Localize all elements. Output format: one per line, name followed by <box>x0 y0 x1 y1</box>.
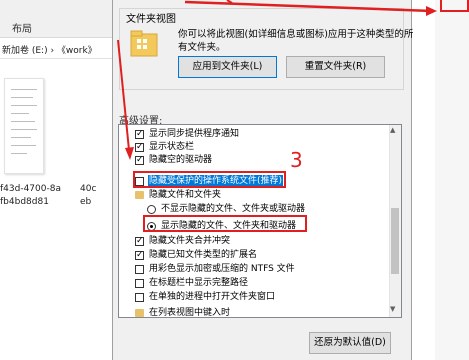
setting-group-typing-list-view: 在列表视图中键入时 <box>119 307 389 318</box>
setting-sync-notifications[interactable]: 显示同步提供程序通知 <box>119 128 389 141</box>
thumb-line <box>11 113 29 114</box>
thumb-line <box>11 129 37 130</box>
setting-label: 在单独的进程中打开文件夹窗口 <box>149 292 276 302</box>
thumb-line <box>11 121 35 122</box>
setting-color-ntfs[interactable]: 用彩色显示加密或压缩的 NTFS 文件 <box>119 263 389 276</box>
setting-hide-extensions[interactable]: 隐藏已知文件类型的扩展名 <box>119 249 389 262</box>
folder-icon <box>130 30 158 57</box>
folder-icon <box>135 309 144 317</box>
setting-label: 隐藏文件和文件夹 <box>149 190 222 200</box>
checkbox[interactable] <box>135 154 144 167</box>
folder-views-title: 文件夹视图 <box>124 10 178 25</box>
apply-to-folders-button[interactable]: 应用到文件夹(L) <box>178 56 277 78</box>
setting-label: 在标题栏中显示完整路径 <box>149 278 249 288</box>
setting-label: 显示状态栏 <box>149 142 195 152</box>
setting-label: 隐藏文件夹合并冲突 <box>149 236 231 246</box>
highlight-box-show-hidden <box>143 215 307 232</box>
file-name[interactable]: fb4bd8d81 <box>0 197 49 207</box>
checkbox[interactable] <box>135 279 144 288</box>
checkbox[interactable] <box>135 265 144 274</box>
file-name[interactable]: 40c <box>80 184 96 194</box>
thumb-line <box>11 137 31 138</box>
highlight-box-protected-files <box>133 171 286 188</box>
setting-full-path-title[interactable]: 在标题栏中显示完整路径 <box>119 277 389 290</box>
thumb-line <box>11 105 37 106</box>
file-name[interactable]: f43d-4700-8a <box>0 184 61 194</box>
reset-folders-button[interactable]: 重置文件夹(R) <box>286 56 385 78</box>
step-number-label: 3 <box>290 148 303 172</box>
checkbox[interactable] <box>135 293 144 302</box>
checkbox[interactable] <box>135 235 144 248</box>
thumb-line <box>11 89 37 90</box>
thumb-line <box>11 145 36 146</box>
background-window-edge <box>435 0 469 360</box>
radio-button[interactable] <box>147 205 156 214</box>
annotation-box <box>440 0 469 12</box>
thumb-line <box>11 153 27 154</box>
setting-label: 显示同步提供程序通知 <box>149 129 240 139</box>
file-name[interactable]: eb <box>80 197 91 207</box>
folder-views-description: 你可以将此视图(如详细信息或图标)应用于这种类型的所 <box>178 29 414 40</box>
scrollbar-thumb[interactable] <box>391 208 399 274</box>
setting-label: 隐藏已知文件类型的扩展名 <box>149 250 258 260</box>
checkbox[interactable] <box>135 249 144 262</box>
setting-hide-empty-drives[interactable]: 隐藏空的驱动器 <box>119 154 389 167</box>
restore-defaults-button[interactable]: 还原为默认值(D) <box>309 332 391 354</box>
setting-label: 隐藏空的驱动器 <box>149 155 213 165</box>
setting-group-hidden-files: 隐藏文件和文件夹 <box>119 189 389 202</box>
setting-hide-merge-conflicts[interactable]: 隐藏文件夹合并冲突 <box>119 235 389 248</box>
breadcrumb[interactable]: 新加卷 (E:) › 《work》 <box>2 43 97 56</box>
setting-label: 用彩色显示加密或压缩的 NTFS 文件 <box>149 264 295 274</box>
setting-status-bar[interactable]: 显示状态栏 <box>119 141 389 154</box>
folder-views-description: 有文件夹。 <box>178 42 226 53</box>
thumb-line <box>11 97 33 98</box>
document-thumbnail[interactable] <box>4 78 44 174</box>
ribbon-tab-layout[interactable]: 布局 <box>12 20 32 35</box>
checkbox[interactable] <box>135 141 144 154</box>
folder-icon <box>135 191 144 199</box>
setting-label: 在列表视图中键入时 <box>149 308 231 318</box>
checkbox[interactable] <box>135 128 144 141</box>
scroll-up-icon[interactable]: ▲ <box>390 126 395 134</box>
scroll-down-icon[interactable]: ▼ <box>390 305 395 313</box>
setting-separate-process[interactable]: 在单独的进程中打开文件夹窗口 <box>119 291 389 304</box>
